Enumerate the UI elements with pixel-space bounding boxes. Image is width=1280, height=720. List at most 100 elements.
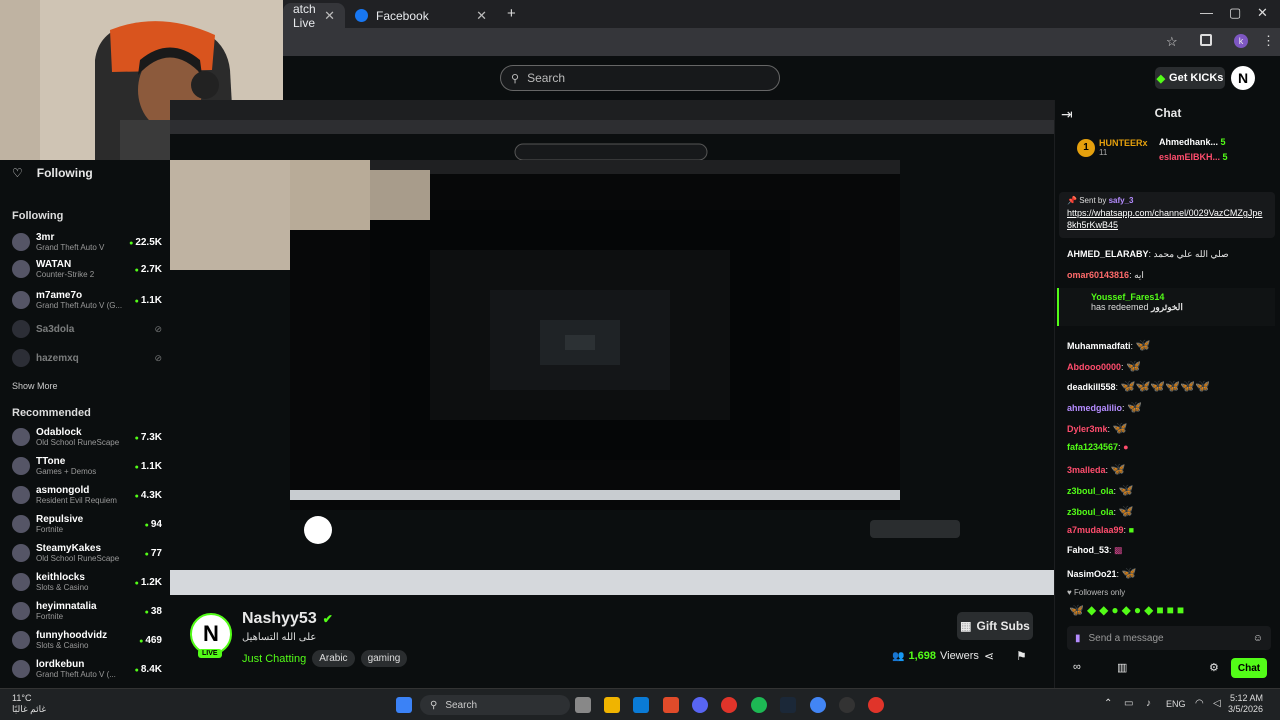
tray-chevron-icon[interactable]: ⌃	[1104, 698, 1112, 709]
minimize-icon[interactable]: —	[1200, 5, 1213, 20]
gift-subs-button[interactable]: ▦ Gift Subs	[957, 612, 1033, 640]
emote-icon: 🦋🦋🦋🦋🦋🦋	[1120, 379, 1211, 393]
new-tab-button[interactable]: +	[507, 5, 516, 22]
sidebar-item-watan[interactable]: WATANCounter-Strike 22.7K	[12, 257, 162, 281]
avatar	[12, 573, 30, 591]
pinned-link[interactable]: https://whatsapp.com/channel/0029VazCMZg…	[1067, 207, 1267, 231]
microphone-icon[interactable]: ♪	[1146, 698, 1151, 709]
heart-icon: ♥	[1067, 588, 1072, 597]
taskbar-search[interactable]: ⚲ Search	[420, 695, 570, 715]
close-tab-icon[interactable]: ✕	[324, 8, 335, 24]
sidebar-item-asmongold[interactable]: asmongoldResident Evil Requiem4.3K	[12, 483, 162, 507]
stream-info: N LIVE Nashyy53 ✔ على الله التساهيل Just…	[170, 595, 1054, 688]
report-icon[interactable]: ⚑	[1016, 649, 1027, 663]
emote-icon: 🦋	[1135, 338, 1151, 352]
emoji-icon[interactable]: ☺	[1253, 633, 1263, 644]
sidebar-item-heyimnatalia[interactable]: heyimnataliaFortnite38	[12, 599, 162, 623]
wifi-icon[interactable]: ◠	[1195, 698, 1204, 709]
trophy-icon[interactable]: ▥	[1117, 661, 1127, 674]
sidebar-item-funnyhoodvidz[interactable]: funnyhoodvidzSlots & Casino469	[12, 628, 162, 652]
facebook-icon	[355, 9, 368, 22]
discord-icon[interactable]	[692, 697, 708, 713]
heart-icon: ♡	[12, 166, 23, 180]
search-icon: ⚲	[430, 699, 438, 711]
sidebar-item-lordkebun[interactable]: lordkebunGrand Theft Auto V (...8.4K	[12, 657, 162, 681]
search-input[interactable]: ⚲ Search	[500, 65, 780, 91]
task-view-icon[interactable]	[575, 697, 591, 713]
volume-icon[interactable]: ◁	[1213, 698, 1221, 709]
emote-bar[interactable]: 🦋◆◆●◆●◆■■■	[1069, 603, 1187, 617]
tab-facebook[interactable]: Facebook ✕	[345, 3, 497, 28]
avatar	[12, 660, 30, 678]
show-more-link[interactable]: Show More	[12, 381, 58, 391]
chat-message: z3boul_ola: 🦋	[1067, 504, 1134, 518]
close-tab-icon[interactable]: ✕	[476, 8, 487, 24]
weather-widget[interactable]: 11°C غائم غالبًا	[12, 693, 46, 715]
language-indicator[interactable]: ENG	[1166, 699, 1186, 709]
tag-gaming[interactable]: gaming	[360, 650, 408, 667]
sidebar-item-hazemxq[interactable]: hazemxq ⊘	[12, 346, 162, 370]
sidebar-following-header[interactable]: ♡ Following	[12, 166, 93, 180]
infinity-icon[interactable]: ∞	[1073, 661, 1081, 673]
emote-icon: 🦋	[1112, 421, 1128, 435]
chat-message: ahmedgalilio: 🦋	[1067, 400, 1142, 414]
top-gifter-2[interactable]: Ahmedhank... 5	[1159, 137, 1226, 147]
settings-icon[interactable]: ⚙	[1209, 661, 1219, 674]
chat-input[interactable]: ▮ Send a message ☺	[1067, 626, 1271, 650]
sidebar-item-sa3dola[interactable]: Sa3dola ⊘	[12, 317, 162, 341]
star-icon[interactable]: ☆	[1166, 34, 1178, 50]
close-window-icon[interactable]: ✕	[1257, 5, 1268, 21]
avatar	[12, 602, 30, 620]
chat-message: NasimOo21: 🦋	[1067, 566, 1137, 580]
sidebar: ♡ Following Following 3mr Grand Theft Aut…	[0, 160, 170, 688]
clock[interactable]: 5:12 AM 3/5/2026	[1228, 693, 1263, 715]
sidebar-item-3mr[interactable]: 3mrGrand Theft Auto V22.5K	[12, 230, 162, 254]
live-badge: LIVE	[198, 649, 222, 658]
top-gifter-1[interactable]: 1 HUNTEERx 11	[1077, 138, 1148, 157]
sidebar-item-keithlocks[interactable]: keithlocksSlots & Casino1.2K	[12, 570, 162, 594]
steam-icon[interactable]	[780, 697, 796, 713]
obs-icon[interactable]	[839, 697, 855, 713]
extensions-icon[interactable]	[1200, 34, 1212, 46]
store-icon[interactable]	[633, 697, 649, 713]
record-icon[interactable]	[868, 697, 884, 713]
share-icon[interactable]: ⋖	[984, 649, 994, 663]
chat-message: AHMED_ELARABY: صلي الله علي محمد	[1067, 249, 1229, 259]
windows-start-icon[interactable]	[396, 697, 412, 713]
viewers-icon: 👥	[892, 650, 905, 662]
avatar	[12, 291, 30, 309]
tab-kick-live[interactable]: atch Live ✕	[283, 2, 345, 30]
gift-icon: ▦	[960, 619, 972, 633]
user-avatar[interactable]: N	[1231, 66, 1255, 90]
stream-video[interactable]	[170, 100, 1054, 595]
sidebar-item-steamykakes[interactable]: SteamyKakesOld School RuneScape77	[12, 541, 162, 565]
sidebar-item-odablock[interactable]: OdablockOld School RuneScape7.3K	[12, 425, 162, 449]
get-kicks-button[interactable]: ◆ Get KICKs	[1155, 67, 1225, 89]
chrome-icon[interactable]	[810, 697, 826, 713]
send-chat-button[interactable]: Chat	[1231, 658, 1267, 678]
sidebar-item-m7ame7o[interactable]: m7ame7oGrand Theft Auto V (G...1.1K	[12, 288, 162, 312]
file-explorer-icon[interactable]	[604, 697, 620, 713]
spotify-icon[interactable]	[751, 697, 767, 713]
chat-panel: ⇥ Chat 1 HUNTEERx 11 Ahmedhank... 5 eslam…	[1054, 100, 1280, 688]
sidebar-item-ttone[interactable]: TToneGames + Demos1.1K	[12, 454, 162, 478]
brave-icon[interactable]	[721, 697, 737, 713]
sidebar-item-repulsive[interactable]: RepulsiveFortnite94	[12, 512, 162, 536]
avatar	[12, 320, 30, 338]
stream-frame-image	[170, 100, 1054, 595]
maximize-icon[interactable]: ▢	[1229, 5, 1241, 21]
emote-icon: ●	[1123, 442, 1129, 452]
avatar	[12, 260, 30, 278]
profile-icon[interactable]: k	[1234, 34, 1248, 48]
tag-arabic[interactable]: Arabic	[312, 650, 355, 667]
emote-icon: ▩	[1114, 545, 1123, 555]
pinned-message[interactable]: 📌 Sent by safy_3 https://whatsapp.com/ch…	[1059, 192, 1275, 238]
category-link[interactable]: Just Chatting	[242, 653, 306, 665]
avatar	[12, 349, 30, 367]
browser-menu-icon[interactable]: ⋮	[1262, 33, 1275, 49]
followers-only-notice: ♥ Followers only	[1067, 588, 1126, 597]
app-icon[interactable]	[663, 697, 679, 713]
top-gifter-3[interactable]: eslamElBKH... 5	[1159, 152, 1228, 162]
streamer-name[interactable]: Nashyy53 ✔	[242, 610, 333, 628]
network-icon[interactable]: ▭	[1124, 698, 1133, 709]
